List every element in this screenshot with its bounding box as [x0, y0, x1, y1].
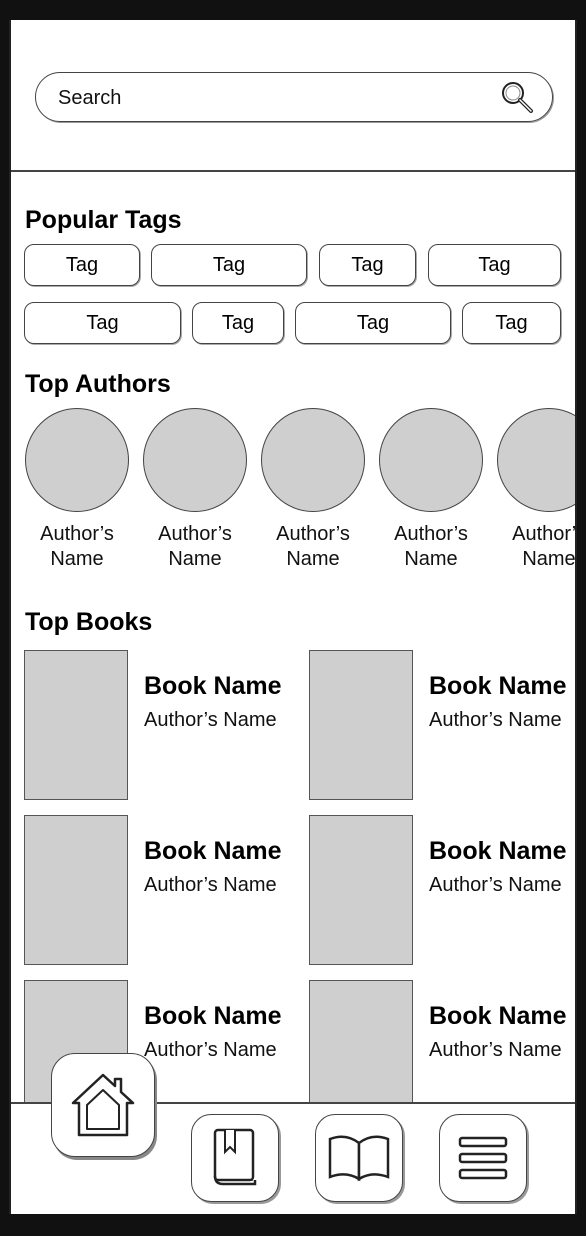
author-avatar[interactable] [261, 408, 365, 512]
bookmarked-book-icon [213, 1128, 257, 1186]
search-icon[interactable] [498, 79, 536, 117]
author-name: Author’s Name [40, 523, 114, 570]
book-card[interactable]: Book Name Author’s Name [309, 650, 575, 800]
author-avatar[interactable] [143, 408, 247, 512]
book-card[interactable]: Book Name Author’s Name [309, 815, 575, 965]
tag-chip[interactable]: Tag [319, 244, 416, 286]
book-author: Author’s Name [144, 874, 277, 896]
tag-chip[interactable]: Tag [192, 302, 284, 344]
book-title: Book Name [429, 672, 567, 700]
author-card[interactable]: Author’s Name [142, 408, 248, 572]
tag-chip[interactable]: Tag [24, 302, 181, 344]
book-cover[interactable] [309, 815, 413, 965]
home-icon [71, 1073, 135, 1137]
open-book-icon [328, 1135, 390, 1182]
book-author: Author’s Name [429, 709, 562, 731]
book-card[interactable]: Book Name Author’s Name [24, 815, 294, 965]
author-card[interactable]: Author’s Name [24, 408, 130, 572]
author-card[interactable]: Author’s Name [496, 408, 575, 572]
author-name: Author’s Name [158, 523, 232, 570]
author-avatar[interactable] [379, 408, 483, 512]
author-card[interactable]: Author’s Name [378, 408, 484, 572]
tag-chip[interactable]: Tag [151, 244, 307, 286]
library-nav-button[interactable] [191, 1114, 279, 1202]
book-cover[interactable] [24, 815, 128, 965]
author-name: Author’s Name [394, 523, 468, 570]
book-title: Book Name [144, 672, 282, 700]
book-cover[interactable] [24, 650, 128, 800]
book-title: Book Name [429, 837, 567, 865]
app-screen: Search Popular Tags Tag Tag Tag Tag Tag … [9, 20, 577, 1214]
book-title: Book Name [429, 1002, 567, 1030]
tag-chip[interactable]: Tag [462, 302, 561, 344]
menu-icon [458, 1136, 508, 1180]
home-nav-button[interactable] [51, 1053, 155, 1157]
header: Search [11, 20, 575, 172]
tag-chip[interactable]: Tag [295, 302, 451, 344]
author-name: Author’s Name [512, 523, 576, 570]
author-card[interactable]: Author’s Name [260, 408, 366, 572]
book-title: Book Name [144, 1002, 282, 1030]
book-title: Book Name [144, 837, 282, 865]
search-bar[interactable]: Search [35, 72, 553, 122]
author-name: Author’s Name [276, 523, 350, 570]
top-books-heading: Top Books [25, 608, 153, 636]
book-card[interactable]: Book Name Author’s Name [24, 650, 294, 800]
reading-nav-button[interactable] [315, 1114, 403, 1202]
menu-nav-button[interactable] [439, 1114, 527, 1202]
book-author: Author’s Name [429, 874, 562, 896]
book-author: Author’s Name [429, 1039, 562, 1061]
author-avatar[interactable] [25, 408, 129, 512]
top-authors-heading: Top Authors [25, 370, 171, 398]
book-author: Author’s Name [144, 1039, 277, 1061]
tag-chip[interactable]: Tag [24, 244, 140, 286]
author-avatar[interactable] [497, 408, 575, 512]
tag-chip[interactable]: Tag [428, 244, 561, 286]
search-input[interactable]: Search [58, 87, 121, 110]
book-cover[interactable] [309, 650, 413, 800]
popular-tags-heading: Popular Tags [25, 206, 182, 234]
book-author: Author’s Name [144, 709, 277, 731]
